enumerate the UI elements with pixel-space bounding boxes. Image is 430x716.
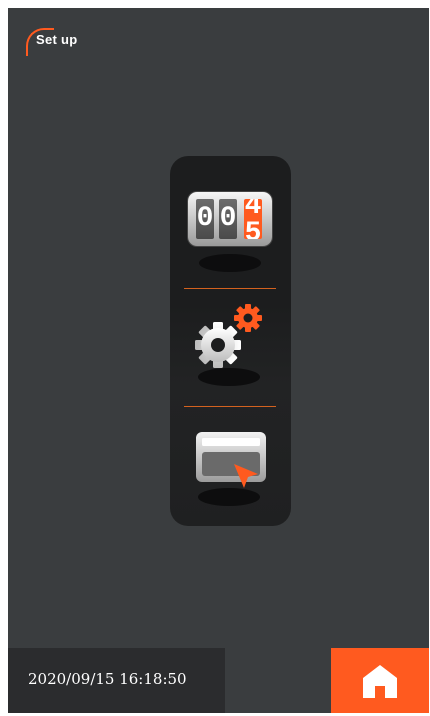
gears-icon [195, 304, 262, 368]
counter-shadow [199, 254, 261, 272]
header: Set up [22, 24, 182, 58]
status-bar: 2020/09/15 16:18:50 [8, 648, 225, 713]
counter-button[interactable]: 0 0 4 5 [188, 192, 272, 246]
home-button[interactable] [331, 648, 429, 713]
menu-panel: 0 0 4 5 [170, 156, 291, 526]
gears-button[interactable] [188, 300, 272, 380]
card-touch-icon [196, 432, 266, 488]
divider [184, 288, 276, 289]
counter-digit: 0 [196, 199, 214, 239]
page-title: Set up [36, 32, 78, 47]
card-button[interactable] [194, 430, 270, 496]
counter-rolling-digit: 4 5 [244, 199, 262, 239]
setup-screen: Set up 0 0 4 5 2020/09/15 16:18:50 [8, 8, 429, 713]
datetime-display: 2020/09/15 16:18:50 [28, 670, 187, 688]
home-icon [363, 665, 397, 698]
counter-rolling-digit-bottom: 5 [244, 218, 262, 239]
counter-digit: 0 [219, 199, 237, 239]
divider [184, 406, 276, 407]
